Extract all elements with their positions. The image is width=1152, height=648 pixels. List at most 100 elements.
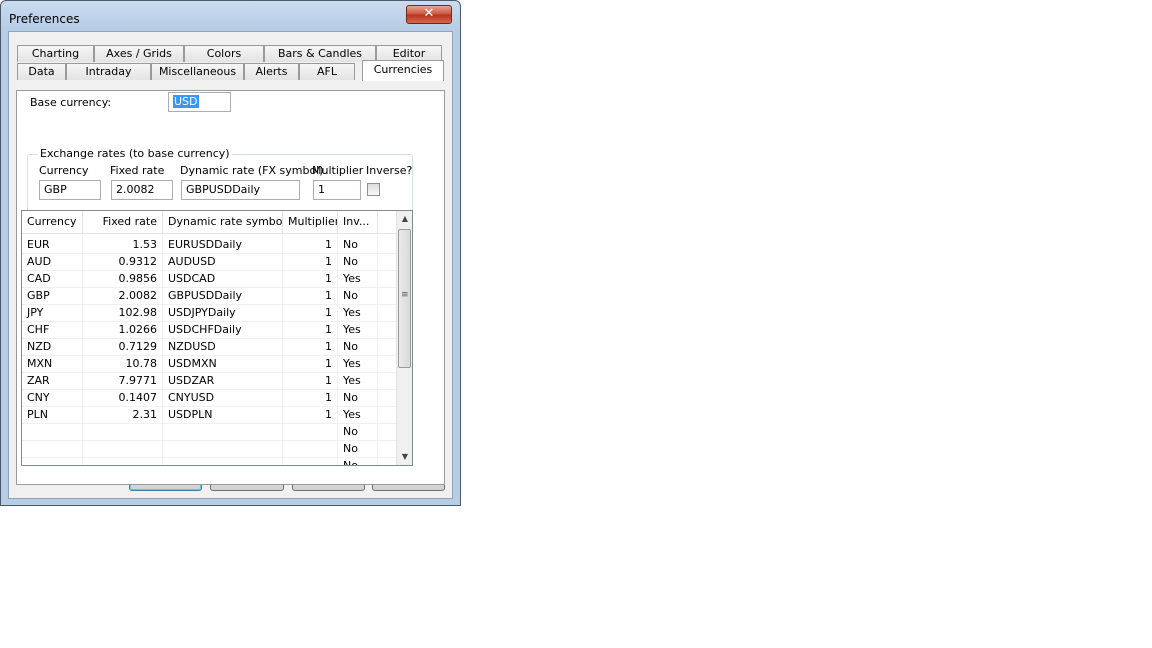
preferences-window: Preferences ✕ Charting Axes / Grids Colo… [0, 0, 461, 506]
cell-inverse: Yes [338, 356, 378, 373]
cell-multiplier: 1 [283, 322, 338, 339]
cell-fixed-rate: 1.53 [83, 237, 163, 254]
cell-fixed-rate: 7.9771 [83, 373, 163, 390]
table-row[interactable]: CHF 1.0266 USDCHFDaily 1 Yes [22, 322, 396, 339]
cell-multiplier: 1 [283, 254, 338, 271]
dialog-client: Charting Axes / Grids Colors Bars & Cand… [8, 31, 453, 499]
tab-bars-candles[interactable]: Bars & Candles [264, 45, 376, 62]
multiplier-input[interactable]: 1 [313, 180, 361, 200]
cell-fixed-rate: 0.7129 [83, 339, 163, 356]
currency-input[interactable]: GBP [39, 180, 101, 200]
table-row[interactable]: CAD 0.9856 USDCAD 1 Yes [22, 271, 396, 288]
cell-inverse: Yes [338, 322, 378, 339]
table-row[interactable]: PLN 2.31 USDPLN 1 Yes [22, 407, 396, 424]
cell-currency: EUR [22, 237, 83, 254]
cell-fixed-rate [83, 458, 163, 465]
cell-currency [22, 458, 83, 465]
cell-multiplier [283, 458, 338, 465]
cell-currency: CNY [22, 390, 83, 407]
cell-multiplier [283, 424, 338, 441]
cell-fixed-rate: 0.1407 [83, 390, 163, 407]
tab-intraday[interactable]: Intraday [66, 63, 151, 80]
tab-currencies[interactable]: Currencies [362, 60, 444, 81]
cell-dynamic-rate [163, 441, 283, 458]
cell-fixed-rate: 2.0082 [83, 288, 163, 305]
cell-dynamic-rate: USDCAD [163, 271, 283, 288]
table-row[interactable]: ZAR 7.9771 USDZAR 1 Yes [22, 373, 396, 390]
cell-multiplier: 1 [283, 373, 338, 390]
scroll-up-icon[interactable]: ▲ [397, 211, 412, 227]
tab-colors[interactable]: Colors [184, 45, 264, 62]
table-row[interactable]: NZD 0.7129 NZDUSD 1 No [22, 339, 396, 356]
vertical-scrollbar[interactable]: ▲ ≡ ▼ [396, 211, 412, 465]
cell-multiplier: 1 [283, 390, 338, 407]
table-row[interactable]: No [22, 424, 396, 441]
cell-multiplier: 1 [283, 356, 338, 373]
table-row[interactable]: JPY 102.98 USDJPYDaily 1 Yes [22, 305, 396, 322]
cell-dynamic-rate [163, 458, 283, 465]
inverse-label: Inverse? [366, 164, 413, 177]
inverse-checkbox[interactable] [367, 183, 380, 196]
cell-inverse: Yes [338, 407, 378, 424]
cell-fixed-rate: 102.98 [83, 305, 163, 322]
column-header-dynamic-rate[interactable]: Dynamic rate symbol [163, 211, 283, 233]
cell-multiplier: 1 [283, 339, 338, 356]
tab-miscellaneous[interactable]: Miscellaneous [151, 63, 244, 80]
cell-dynamic-rate [163, 424, 283, 441]
cell-dynamic-rate: USDPLN [163, 407, 283, 424]
scroll-down-icon[interactable]: ▼ [397, 449, 412, 465]
table-row[interactable]: No [22, 441, 396, 458]
cell-dynamic-rate: EURUSDDaily [163, 237, 283, 254]
fixed-rate-input[interactable]: 2.0082 [111, 180, 173, 200]
table-row[interactable]: CNY 0.1407 CNYUSD 1 No [22, 390, 396, 407]
cell-dynamic-rate: USDCHFDaily [163, 322, 283, 339]
cell-fixed-rate [83, 441, 163, 458]
currency-list[interactable]: Currency Fixed rate Dynamic rate symbol … [21, 210, 413, 466]
cell-dynamic-rate: USDMXN [163, 356, 283, 373]
tab-data[interactable]: Data [17, 63, 66, 80]
multiplier-label: Multiplier [312, 164, 364, 177]
base-currency-label: Base currency: [30, 96, 112, 109]
cell-fixed-rate: 0.9856 [83, 271, 163, 288]
tab-axes-grids[interactable]: Axes / Grids [94, 45, 184, 62]
cell-dynamic-rate: NZDUSD [163, 339, 283, 356]
table-row[interactable]: EUR 1.53 EURUSDDaily 1 No [22, 237, 396, 254]
tab-alerts[interactable]: Alerts [244, 63, 299, 80]
cell-inverse: No [338, 441, 378, 458]
column-header-multiplier[interactable]: Multiplier [283, 211, 338, 233]
close-button[interactable]: ✕ [406, 5, 452, 24]
dynamic-rate-label: Dynamic rate (FX symbol) [180, 164, 324, 177]
cell-currency: GBP [22, 288, 83, 305]
cell-currency [22, 441, 83, 458]
scroll-thumb[interactable]: ≡ [398, 229, 411, 368]
base-currency-value: USD [173, 95, 199, 108]
cell-dynamic-rate: USDZAR [163, 373, 283, 390]
dynamic-rate-input[interactable]: GBPUSDDaily [181, 180, 300, 200]
exchange-rates-group-label: Exchange rates (to base currency) [38, 147, 232, 160]
column-header-inverse[interactable]: Inv... [338, 211, 378, 233]
cell-inverse: No [338, 254, 378, 271]
cell-inverse: Yes [338, 305, 378, 322]
cell-multiplier: 1 [283, 237, 338, 254]
table-row[interactable]: GBP 2.0082 GBPUSDDaily 1 No [22, 288, 396, 305]
table-row[interactable]: AUD 0.9312 AUDUSD 1 No [22, 254, 396, 271]
column-header-fixed-rate[interactable]: Fixed rate [83, 211, 163, 233]
column-header-currency[interactable]: Currency [22, 211, 83, 233]
tab-charting[interactable]: Charting [17, 45, 94, 62]
table-row[interactable]: MXN 10.78 USDMXN 1 Yes [22, 356, 396, 373]
cell-multiplier: 1 [283, 407, 338, 424]
tab-afl[interactable]: AFL [299, 63, 355, 80]
base-currency-input[interactable]: USD [168, 92, 231, 112]
cell-inverse: No [338, 237, 378, 254]
cell-currency: CAD [22, 271, 83, 288]
cell-dynamic-rate: CNYUSD [163, 390, 283, 407]
cell-currency: MXN [22, 356, 83, 373]
cell-fixed-rate: 10.78 [83, 356, 163, 373]
list-header: Currency Fixed rate Dynamic rate symbol … [22, 211, 396, 234]
cell-currency: CHF [22, 322, 83, 339]
window-title: Preferences [9, 12, 80, 26]
grip-icon: ≡ [401, 290, 409, 300]
cell-currency: JPY [22, 305, 83, 322]
table-row[interactable]: No [22, 458, 396, 465]
cell-currency: ZAR [22, 373, 83, 390]
